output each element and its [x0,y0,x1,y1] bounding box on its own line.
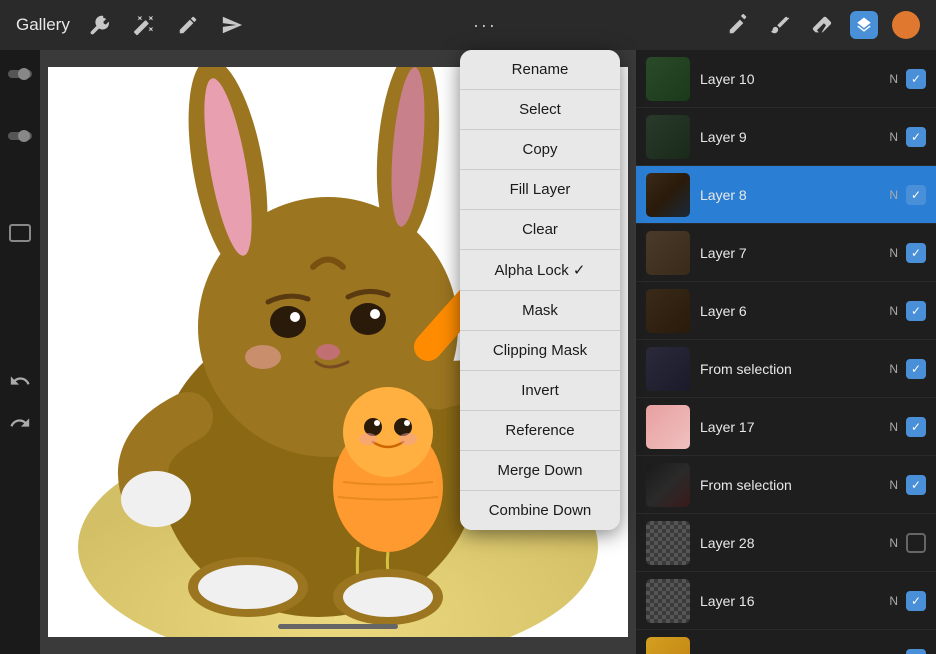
layer-thumbnail-layer-10 [646,57,690,101]
layer-thumbnail-layer-6 [646,289,690,333]
layer-mode-layer-7: N [889,246,898,260]
layer-name-layer-8: Layer 8 [700,187,889,203]
eraser-icon[interactable] [808,11,836,39]
layer-checkbox-from-selection-1[interactable] [906,359,926,379]
canvas-scrollbar[interactable] [278,624,398,629]
layer-checkbox-layer-15[interactable] [906,649,926,654]
layer-mode-layer-17: N [889,420,898,434]
layer-row-layer-6[interactable]: Layer 6N [636,282,936,340]
layer-thumbnail-layer-8 [646,173,690,217]
avatar[interactable] [892,11,920,39]
layer-checkbox-from-selection-2[interactable] [906,475,926,495]
layers-icon[interactable] [850,11,878,39]
layer-name-layer-6: Layer 6 [700,303,889,319]
brush-size-slider[interactable] [8,70,32,78]
layer-row-layer-15[interactable]: Layer 15N [636,630,936,654]
layer-name-from-selection-2: From selection [700,477,889,493]
layer-thumbnail-layer-16 [646,579,690,623]
layer-checkbox-layer-8[interactable] [906,185,926,205]
context-menu-item-invert[interactable]: Invert [460,371,620,411]
context-menu: RenameSelectCopyFill LayerClearAlpha Loc… [460,50,620,530]
layer-thumbnail-from-selection-2 [646,463,690,507]
layer-mode-layer-16: N [889,594,898,608]
layer-name-layer-7: Layer 7 [700,245,889,261]
context-menu-item-mask[interactable]: Mask [460,291,620,331]
layer-row-layer-8[interactable]: Layer 8N [636,166,936,224]
layer-thumbnail-layer-9 [646,115,690,159]
layer-name-layer-17: Layer 17 [700,419,889,435]
layer-thumbnail-layer-15 [646,637,690,654]
gallery-button[interactable]: Gallery [16,15,70,35]
context-menu-item-fill-layer[interactable]: Fill Layer [460,170,620,210]
layer-row-layer-7[interactable]: Layer 7N [636,224,936,282]
layer-mode-from-selection-2: N [889,478,898,492]
magic-icon[interactable] [130,11,158,39]
toolbar-center: ··· [473,15,497,36]
layer-mode-from-selection-1: N [889,362,898,376]
send-icon[interactable] [218,11,246,39]
layer-name-layer-15: Layer 15 [700,651,889,654]
layers-panel: Layers + Layer 10NLayer 9NLayer 8NLayer … [636,0,936,654]
context-menu-item-clear[interactable]: Clear [460,210,620,250]
redo-button[interactable] [5,408,35,438]
context-menu-item-clipping-mask[interactable]: Clipping Mask [460,331,620,371]
layer-thumbnail-from-selection-1 [646,347,690,391]
pen-tool-icon[interactable] [724,11,752,39]
layer-row-layer-16[interactable]: Layer 16N [636,572,936,630]
layer-mode-layer-6: N [889,304,898,318]
layer-name-layer-9: Layer 9 [700,129,889,145]
layer-row-from-selection-1[interactable]: From selectionN [636,340,936,398]
undo-button[interactable] [5,366,35,396]
layer-row-layer-17[interactable]: Layer 17N [636,398,936,456]
layer-row-layer-28[interactable]: Layer 28N [636,514,936,572]
context-menu-item-select[interactable]: Select [460,90,620,130]
layer-mode-layer-10: N [889,72,898,86]
context-menu-item-merge-down[interactable]: Merge Down [460,451,620,491]
canvas-rect-tool[interactable] [9,224,31,242]
context-menu-item-combine-down[interactable]: Combine Down [460,491,620,530]
layer-name-from-selection-1: From selection [700,361,889,377]
layer-checkbox-layer-10[interactable] [906,69,926,89]
top-toolbar: Gallery ··· [0,0,936,50]
wrench-icon[interactable] [86,11,114,39]
layer-name-layer-28: Layer 28 [700,535,889,551]
toolbar-right [724,11,920,39]
layer-mode-layer-28: N [889,536,898,550]
toolbar-left: Gallery [16,11,246,39]
layer-row-from-selection-2[interactable]: From selectionN [636,456,936,514]
layer-row-layer-9[interactable]: Layer 9N [636,108,936,166]
brush-stroke-icon[interactable] [766,11,794,39]
layer-checkbox-layer-28[interactable] [906,533,926,553]
opacity-slider[interactable] [8,132,32,140]
context-menu-item-alpha-lock[interactable]: Alpha Lock ✓ [460,250,620,291]
layer-name-layer-10: Layer 10 [700,71,889,87]
layer-thumbnail-layer-28 [646,521,690,565]
layer-checkbox-layer-7[interactable] [906,243,926,263]
layer-checkbox-layer-16[interactable] [906,591,926,611]
layer-checkbox-layer-6[interactable] [906,301,926,321]
layer-checkbox-layer-9[interactable] [906,127,926,147]
calligraphy-icon[interactable] [174,11,202,39]
context-menu-item-reference[interactable]: Reference [460,411,620,451]
layer-row-layer-10[interactable]: Layer 10N [636,50,936,108]
layer-thumbnail-layer-17 [646,405,690,449]
context-menu-item-copy[interactable]: Copy [460,130,620,170]
context-menu-item-rename[interactable]: Rename [460,50,620,90]
layer-mode-layer-9: N [889,130,898,144]
layer-mode-layer-8: N [889,188,898,202]
layer-thumbnail-layer-7 [646,231,690,275]
layers-list: Layer 10NLayer 9NLayer 8NLayer 7NLayer 6… [636,50,936,654]
left-sidebar [0,50,40,654]
more-options[interactable]: ··· [473,15,497,36]
layer-name-layer-16: Layer 16 [700,593,889,609]
layer-checkbox-layer-17[interactable] [906,417,926,437]
